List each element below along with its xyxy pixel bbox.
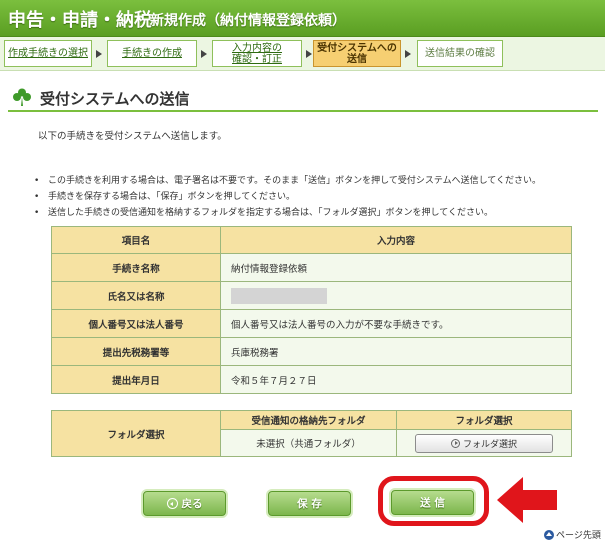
instruction-list: この手続きを利用する場合は、電子署名は不要です。そのまま「送信」ボタンを押して受… — [34, 173, 594, 221]
row-value: 令和５年７月２７日 — [220, 365, 572, 394]
step-arrow-icon — [405, 50, 411, 58]
row-value: 兵庫税務署 — [220, 337, 572, 366]
table-row: 提出年月日 令和５年７月２７日 — [51, 365, 572, 394]
instruction-item: この手続きを利用する場合は、電子署名は不要です。そのまま「送信」ボタンを押して受… — [34, 173, 594, 189]
column-header-folder: 受信通知の格納先フォルダ — [220, 409, 397, 431]
lead-text: 以下の手続きを受付システムへ送信します。 — [38, 131, 227, 142]
step-navigation: 作成手続きの選択 手続きの作成 入力内容の 確認・訂正 受付システムへの 送信 … — [0, 37, 605, 71]
play-circle-icon — [450, 438, 460, 448]
save-button[interactable]: 保 存 — [268, 491, 351, 516]
table-row: 氏名又は名称 — [51, 281, 572, 310]
folder-row-label: フォルダ選択 — [51, 410, 221, 457]
redacted-name — [231, 287, 327, 304]
procedure-info-table: 項目名 入力内容 手続き名称 納付情報登録依頼 氏名又は名称 個人番号又は法人番… — [51, 226, 572, 394]
row-value: 個人番号又は法人番号の入力が不要な手続きです。 — [220, 309, 572, 338]
row-value-masked — [220, 281, 572, 310]
step-send-current: 受付システムへの 送信 — [313, 40, 401, 67]
page-sub-title: 新規作成（納付情報登録依頼） — [150, 13, 346, 29]
arrow-up-icon — [544, 529, 554, 540]
app-header: 申告・申請・納税 新規作成（納付情報登録依頼） — [0, 0, 605, 37]
step-arrow-icon — [96, 50, 102, 58]
folder-value: 未選択（共通フォルダ） — [220, 429, 397, 457]
row-value: 納付情報登録依頼 — [220, 253, 572, 282]
step-result: 送信結果の確認 — [417, 40, 503, 67]
table-row: 個人番号又は法人番号 個人番号又は法人番号の入力が不要な手続きです。 — [51, 309, 572, 338]
step-confirm-label: 入力内容の 確認・訂正 — [232, 42, 282, 65]
back-arrow-icon — [166, 498, 178, 509]
back-button[interactable]: 戻る — [143, 491, 226, 516]
instruction-item: 送信した手続きの受信通知を格納するフォルダを指定する場合は、「フォルダ選択」ボタ… — [34, 205, 594, 221]
pointer-arrow-icon — [497, 477, 557, 523]
step-confirm-input[interactable]: 入力内容の 確認・訂正 — [212, 40, 302, 67]
table-row: 提出先税務署等 兵庫税務署 — [51, 337, 572, 366]
column-header-value: 入力内容 — [220, 226, 572, 254]
step-send-label: 受付システムへの 送信 — [317, 42, 397, 65]
folder-select-button[interactable]: フォルダ選択 — [415, 433, 553, 453]
row-label: 個人番号又は法人番号 — [51, 309, 221, 338]
table-row: 手続き名称 納付情報登録依頼 — [51, 253, 572, 282]
step-select-procedure[interactable]: 作成手続きの選択 — [4, 40, 92, 67]
row-label: 提出先税務署等 — [51, 337, 221, 366]
row-label: 提出年月日 — [51, 365, 221, 394]
page-top-link[interactable]: ページ先頭 — [544, 528, 601, 541]
row-label: 氏名又は名称 — [51, 281, 221, 310]
step-create-procedure[interactable]: 手続きの作成 — [107, 40, 197, 67]
step-arrow-icon — [306, 50, 312, 58]
section-header: 受付システムへの送信 — [8, 84, 598, 112]
clover-icon — [13, 88, 31, 106]
folder-select-cell: フォルダ選択 — [396, 429, 572, 457]
instruction-item: 手続きを保存する場合は、「保存」ボタンを押してください。 — [34, 189, 594, 205]
section-title: 受付システムへの送信 — [40, 90, 190, 108]
step-arrow-icon — [201, 50, 207, 58]
highlight-ring — [378, 476, 489, 526]
folder-selection-table: フォルダ選択 受信通知の格納先フォルダ フォルダ選択 未選択（共通フォルダ） フ… — [51, 409, 572, 457]
column-header-select: フォルダ選択 — [396, 409, 572, 431]
row-label: 手続き名称 — [51, 253, 221, 282]
column-header-item: 項目名 — [51, 226, 221, 254]
page-main-title: 申告・申請・納税 — [8, 10, 152, 31]
